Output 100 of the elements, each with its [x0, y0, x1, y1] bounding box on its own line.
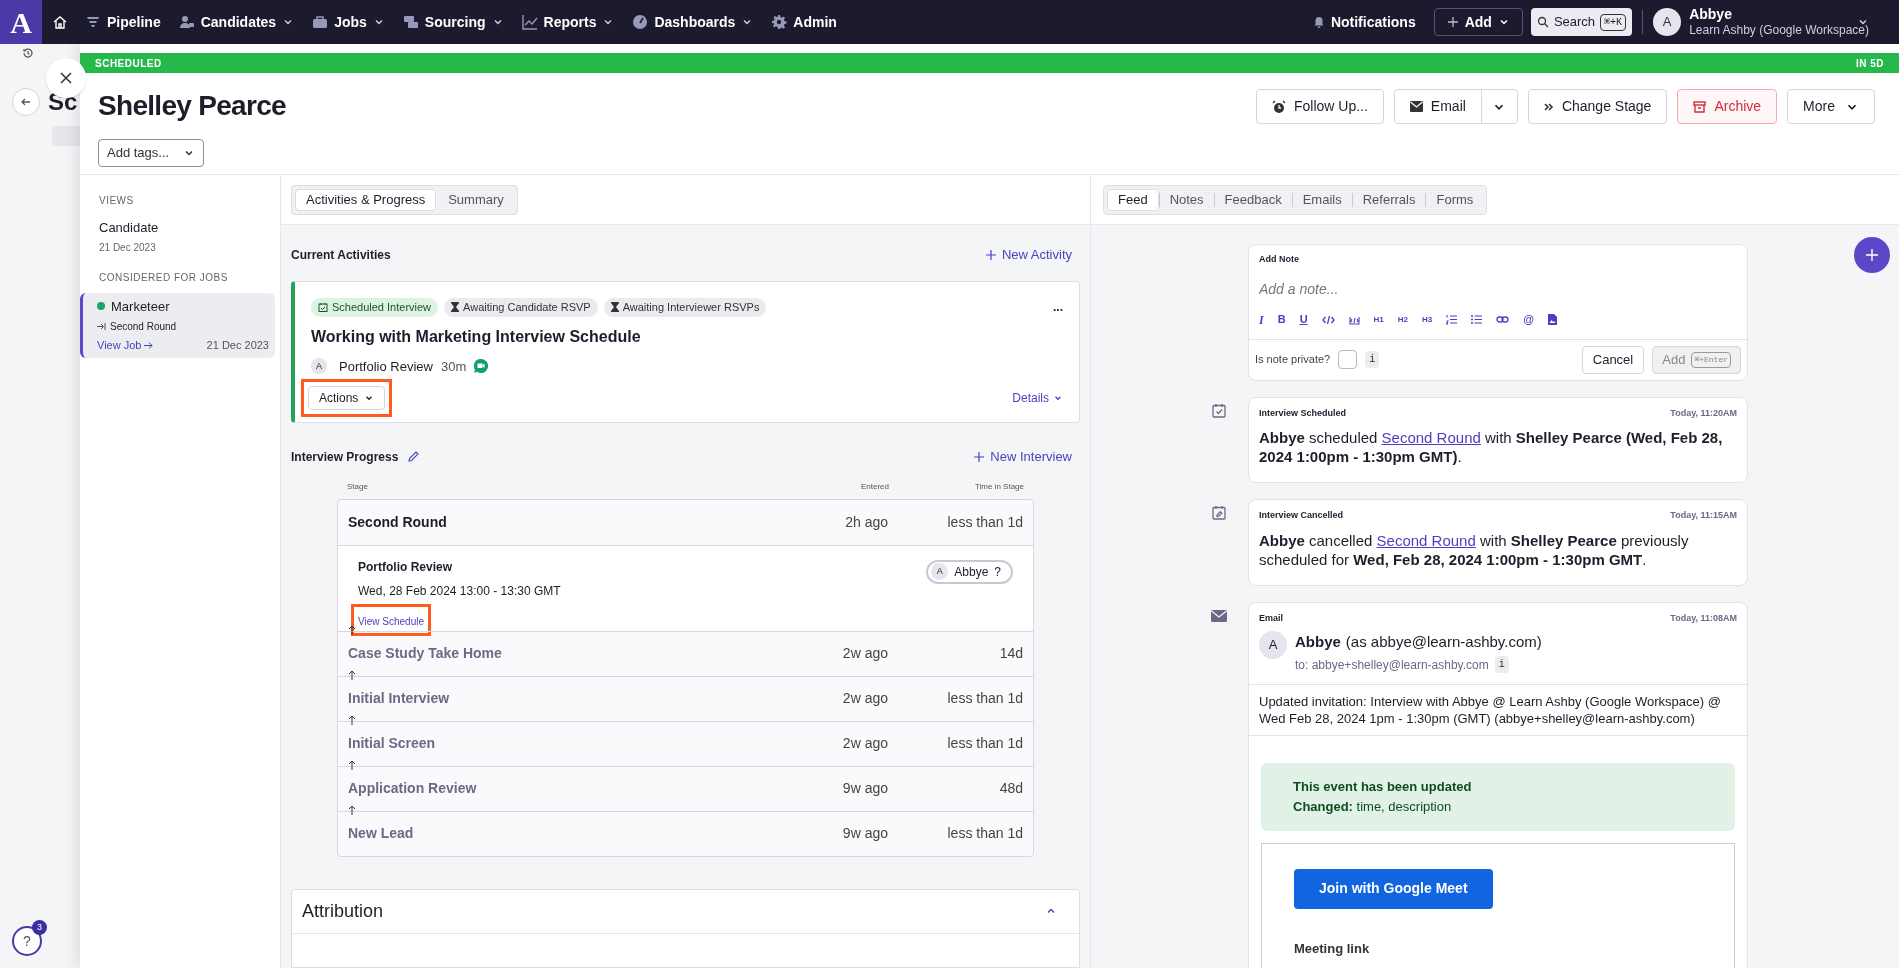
email-split-button[interactable]: Email	[1393, 89, 1518, 124]
nav-menu-item[interactable]: Reports	[512, 0, 624, 44]
heading-button[interactable]: H2	[1397, 313, 1409, 326]
image-file-icon[interactable]	[1548, 314, 1557, 325]
more-menu-button[interactable]: ...	[1053, 298, 1063, 316]
feed-item-time: Today, 11:20AM	[1670, 406, 1737, 420]
activity-title: Working with Marketing Interview Schedule	[311, 326, 642, 347]
private-checkbox[interactable]	[1338, 350, 1358, 369]
new-interview-button[interactable]: New Interview	[974, 447, 1080, 467]
hourglass-icon	[451, 302, 460, 312]
actions-button[interactable]: Actions	[308, 386, 386, 410]
notice-detail: Changed: time, description	[1293, 797, 1453, 816]
view-job-link[interactable]: View Job	[97, 337, 154, 354]
cancel-button[interactable]: Cancel	[1581, 345, 1645, 374]
tab[interactable]: Feed	[1107, 188, 1159, 211]
stage-duration: 48d	[998, 779, 1023, 798]
app-logo[interactable]: A	[0, 0, 42, 44]
stage-link[interactable]: Second Round	[1381, 429, 1481, 446]
heading-button[interactable]: H3	[1422, 313, 1433, 326]
underline-button[interactable]: U	[1299, 311, 1308, 328]
info-badge[interactable]: i	[1494, 656, 1509, 673]
email-button[interactable]: Email	[1394, 90, 1481, 123]
tab[interactable]: Emails	[1292, 188, 1352, 211]
status-label: SCHEDULED	[95, 56, 162, 71]
plus-icon	[1446, 16, 1459, 28]
nav-menu-item[interactable]: Sourcing	[393, 0, 513, 44]
gauge-icon	[632, 14, 649, 30]
follow-up-button[interactable]: Follow Up...	[1255, 89, 1384, 124]
info-badge[interactable]: i	[1365, 351, 1380, 368]
search-button[interactable]: Search ⌘+K	[1530, 8, 1633, 36]
code-icon[interactable]	[1321, 314, 1335, 325]
calendar-check-icon	[1212, 402, 1226, 418]
more-button[interactable]: More	[1787, 89, 1875, 124]
section-title: Interview Progress	[291, 448, 399, 466]
private-label: Is note private?	[1255, 352, 1331, 368]
nav-menu-item[interactable]: Dashboards	[623, 0, 763, 44]
calendar-check-icon	[318, 302, 328, 312]
notifications-button[interactable]: Notifications	[1312, 11, 1416, 33]
heading-button[interactable]: H1	[1373, 313, 1384, 326]
user-name[interactable]: Abbye	[1689, 5, 1869, 24]
code-block-icon[interactable]	[1348, 314, 1360, 325]
stage-name: Second Round	[348, 512, 448, 532]
tab[interactable]: Notes	[1159, 188, 1214, 211]
tab[interactable]: Forms	[1426, 188, 1484, 211]
arrow-right-icon	[144, 340, 154, 350]
link-icon[interactable]	[1496, 314, 1510, 325]
pencil-icon[interactable]	[408, 451, 420, 463]
tab[interactable]: Referrals	[1352, 188, 1426, 211]
tags-dropdown[interactable]: Add tags...	[98, 139, 205, 167]
bold-button[interactable]: B	[1277, 311, 1286, 328]
home-icon[interactable]	[52, 14, 68, 30]
alarm-clock-icon	[1271, 99, 1286, 114]
nav-menu-item[interactable]: Pipeline	[76, 0, 170, 44]
feed-item-title: Interview Cancelled	[1259, 509, 1344, 522]
history-icon[interactable]	[22, 47, 34, 59]
recipient-address: to: abbye+shelley@learn-ashby.com	[1295, 656, 1489, 674]
note-input[interactable]: Add a note...	[1259, 278, 1737, 300]
job-title: Marketeer	[111, 297, 170, 316]
tab[interactable]: Summary	[438, 188, 514, 211]
new-activity-button[interactable]: New Activity	[985, 245, 1080, 265]
numbered-list-icon[interactable]	[1446, 314, 1458, 325]
user-avatar[interactable]: A	[1653, 8, 1682, 36]
calendar-edit-icon	[1212, 505, 1226, 520]
plus-icon	[985, 249, 996, 260]
tab[interactable]: Feedback	[1214, 188, 1292, 211]
envelope-icon	[1211, 609, 1227, 622]
view-schedule-link[interactable]: View Schedule	[358, 615, 424, 627]
nav-menu-item[interactable]: Jobs	[303, 0, 394, 44]
up-arrow-icon	[348, 759, 356, 770]
add-button[interactable]: Add	[1433, 8, 1523, 36]
add-fab[interactable]	[1854, 237, 1890, 273]
stage-name: New Lead	[348, 824, 415, 843]
nav-menu-item[interactable]: Candidates	[169, 0, 304, 44]
mention-button[interactable]: @	[1523, 311, 1534, 328]
italic-button[interactable]: I	[1259, 310, 1264, 329]
change-stage-button[interactable]: Change Stage	[1527, 89, 1668, 124]
stage-link[interactable]: Second Round	[1376, 531, 1476, 549]
stage-name: Initial Interview	[348, 689, 451, 708]
stage-entered: 2w ago	[841, 734, 888, 753]
video-chat-icon	[474, 359, 489, 374]
back-button[interactable]	[12, 88, 40, 116]
interviewer-chip[interactable]: A Abbye ?	[926, 559, 1013, 584]
arrow-to-bar-icon	[97, 322, 106, 331]
join-meeting-button[interactable]: Join with Google Meet	[1294, 868, 1493, 909]
shortcut-key: ⌘+Enter	[1691, 351, 1731, 368]
nav-menu-item[interactable]: Admin	[762, 0, 846, 44]
tab[interactable]: Activities & Progress	[295, 188, 437, 211]
details-toggle[interactable]: Details	[1012, 389, 1063, 407]
sender-name: Abbye	[1295, 632, 1341, 652]
briefcase-icon	[312, 14, 329, 30]
plus-icon	[1866, 249, 1878, 261]
card-title: Attribution	[302, 899, 384, 923]
section-heading: CONSIDERED FOR JOBS	[98, 270, 229, 285]
archive-button[interactable]: Archive	[1677, 89, 1778, 124]
view-link[interactable]: Candidate	[99, 218, 261, 238]
job-item[interactable]: Marketeer Second Round View Job 21 Dec 2023	[80, 292, 275, 358]
interview-name: Portfolio Review	[339, 357, 433, 376]
sender-address: (as abbye@learn-ashby.com)	[1345, 632, 1542, 652]
shortcut-key: ⌘+K	[1600, 13, 1627, 31]
bullet-list-icon[interactable]	[1471, 314, 1483, 325]
